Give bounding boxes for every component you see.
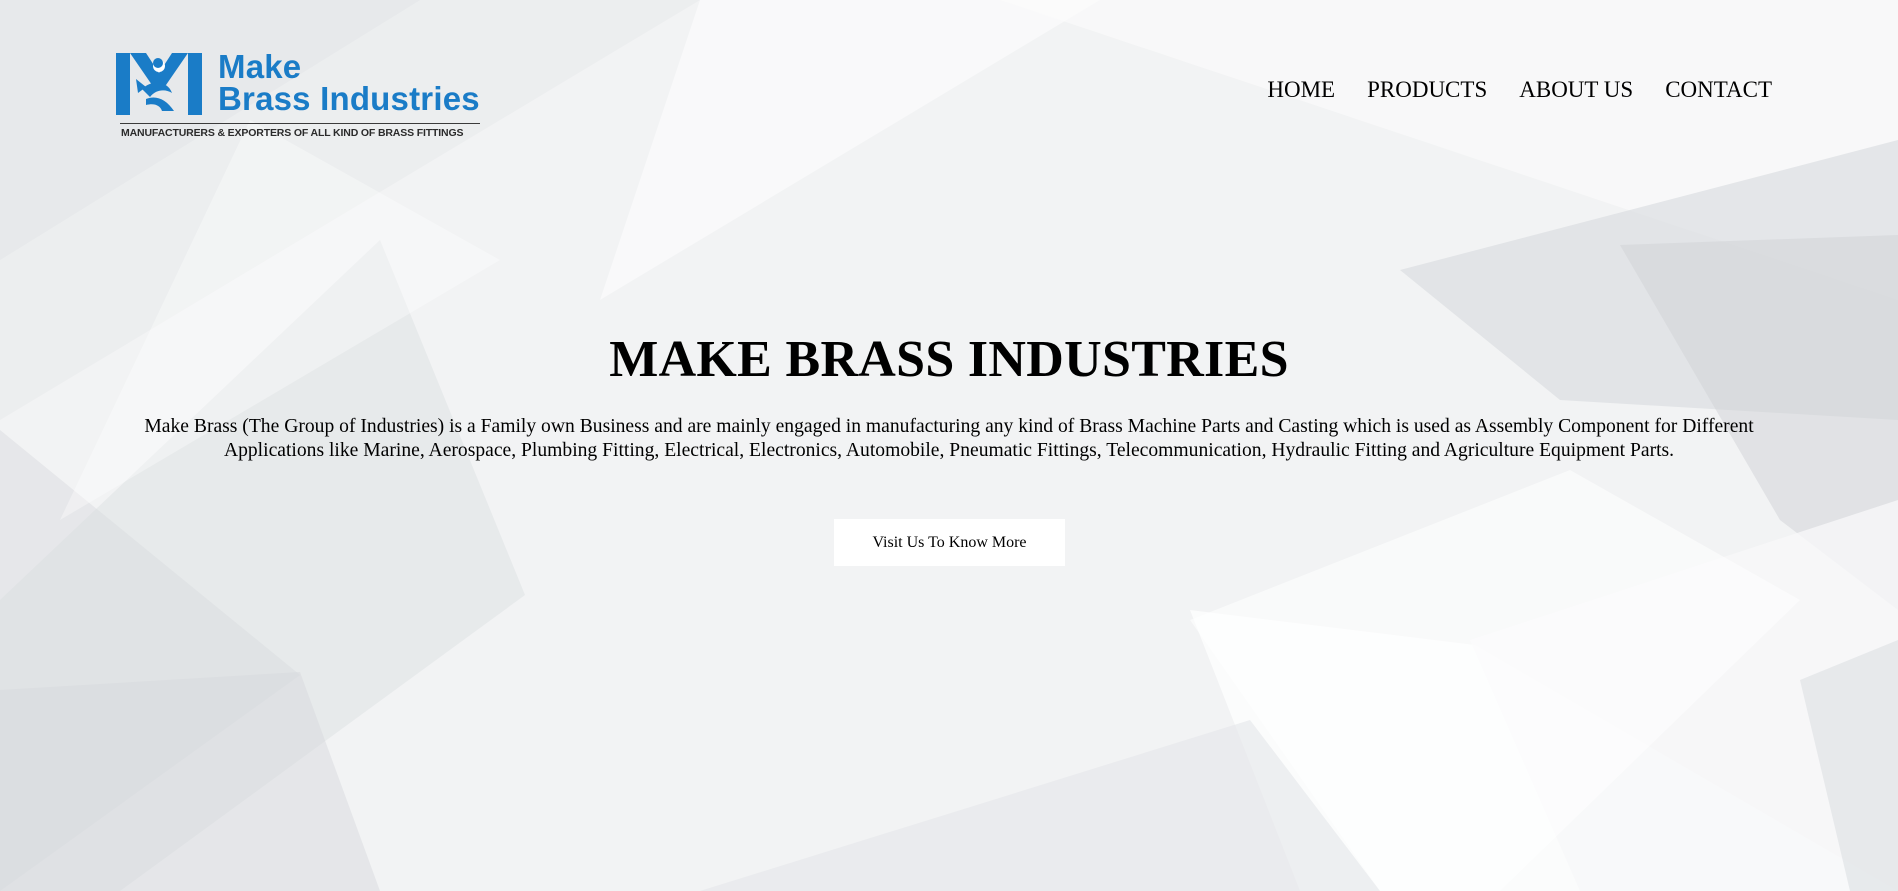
nav-about-us-link[interactable]: ABOUT US [1519,77,1633,103]
brand-logo[interactable]: Make Brass Industries MANUFACTURERS & EX… [114,47,480,142]
visit-us-button[interactable]: Visit Us To Know More [834,519,1065,566]
logo-tagline: MANUFACTURERS & EXPORTERS OF ALL KIND OF… [121,127,464,139]
main-nav: HOME PRODUCTS ABOUT US CONTACT [1267,77,1772,103]
hero-description: Make Brass (The Group of Industries) is … [144,416,1754,461]
logo-text-line2: Brass Industries [218,80,480,117]
nav-products-link[interactable]: PRODUCTS [1367,77,1487,103]
hero-title: MAKE BRASS INDUSTRIES [609,331,1289,388]
nav-home-link[interactable]: HOME [1267,77,1335,103]
logo-divider [120,123,480,124]
nav-contact-link[interactable]: CONTACT [1665,77,1772,103]
page: Make Brass Industries MANUFACTURERS & EX… [0,0,1898,891]
brand-logo-icon [116,53,202,115]
